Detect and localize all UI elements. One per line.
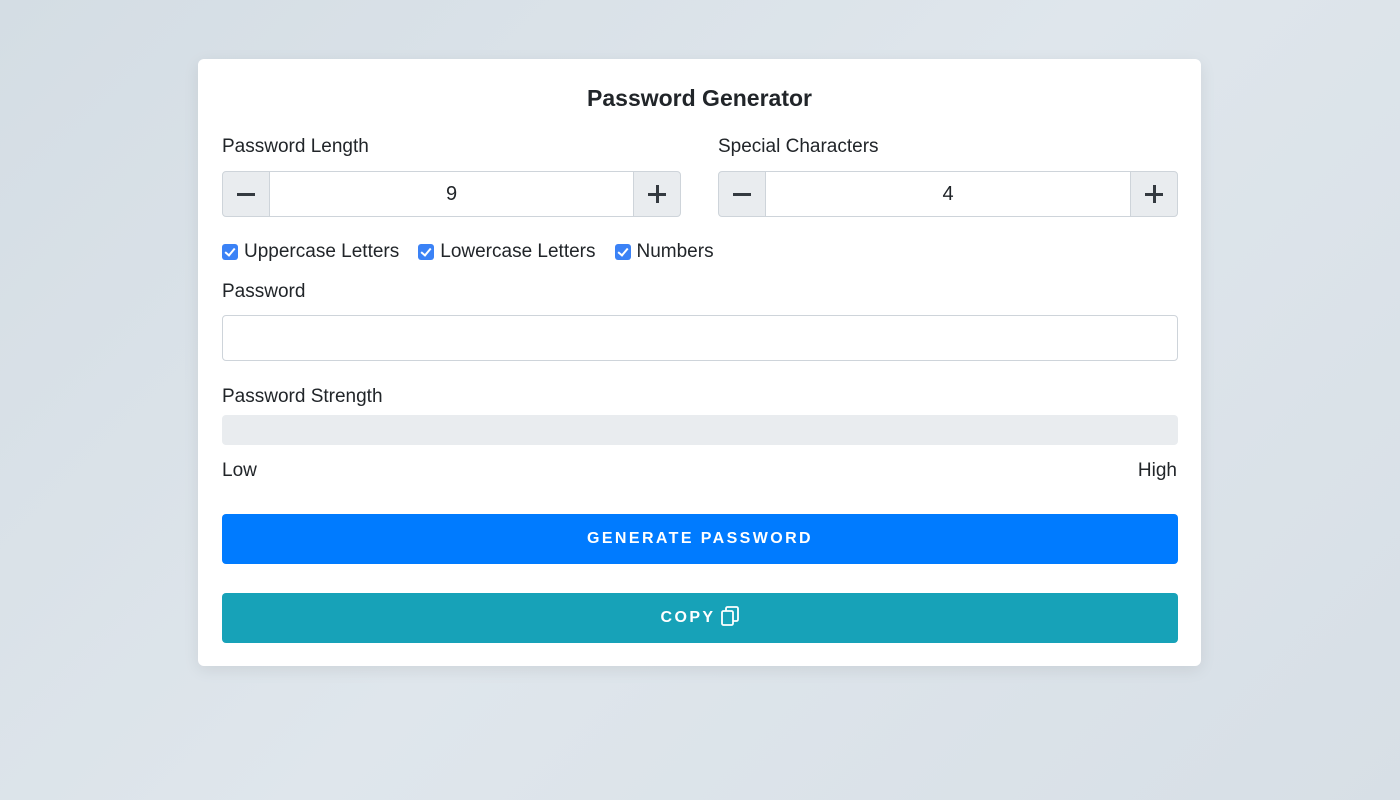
length-decrement-button[interactable] [222, 171, 270, 217]
password-output-field[interactable] [222, 315, 1178, 361]
generate-password-label: GENERATE PASSWORD [587, 530, 813, 547]
password-strength-bar [222, 415, 1178, 445]
option-label: Lowercase Letters [440, 241, 596, 262]
special-decrement-button[interactable] [718, 171, 766, 217]
copy-button[interactable]: COPY [222, 593, 1178, 643]
password-strength-label: Password Strength [222, 386, 383, 407]
special-increment-button[interactable] [1130, 171, 1178, 217]
page-title: Password Generator [587, 85, 812, 111]
checkbox-checked-icon[interactable] [222, 244, 238, 260]
password-length-stepper: 9 [222, 171, 681, 217]
strength-low-label: Low [222, 460, 257, 481]
special-value[interactable]: 4 [766, 171, 1130, 217]
special-characters-label: Special Characters [718, 136, 879, 157]
password-length-label: Password Length [222, 136, 369, 157]
special-characters-stepper: 4 [718, 171, 1178, 217]
copy-label: COPY [660, 609, 716, 626]
option-uppercase[interactable]: Uppercase Letters [222, 241, 399, 263]
strength-high-label: High [1137, 460, 1177, 481]
length-increment-button[interactable] [633, 171, 681, 217]
password-generator-card: Password Generator Password Length 9 Spe… [198, 59, 1201, 666]
character-options: Uppercase Letters Lowercase Letters Numb… [222, 240, 733, 264]
option-label: Uppercase Letters [244, 241, 400, 262]
checkbox-checked-icon[interactable] [418, 244, 435, 260]
password-label: Password [222, 281, 306, 302]
checkbox-checked-icon[interactable] [614, 244, 631, 260]
plus-icon [1145, 185, 1163, 203]
copy-icon [721, 606, 740, 626]
length-value[interactable]: 9 [270, 171, 633, 217]
minus-icon [733, 192, 751, 196]
option-numbers[interactable]: Numbers [614, 241, 714, 263]
option-lowercase[interactable]: Lowercase Letters [418, 241, 596, 263]
option-label: Numbers [636, 241, 714, 262]
generate-password-button[interactable]: GENERATE PASSWORD [222, 514, 1178, 564]
plus-icon [648, 185, 666, 203]
minus-icon [237, 192, 255, 196]
